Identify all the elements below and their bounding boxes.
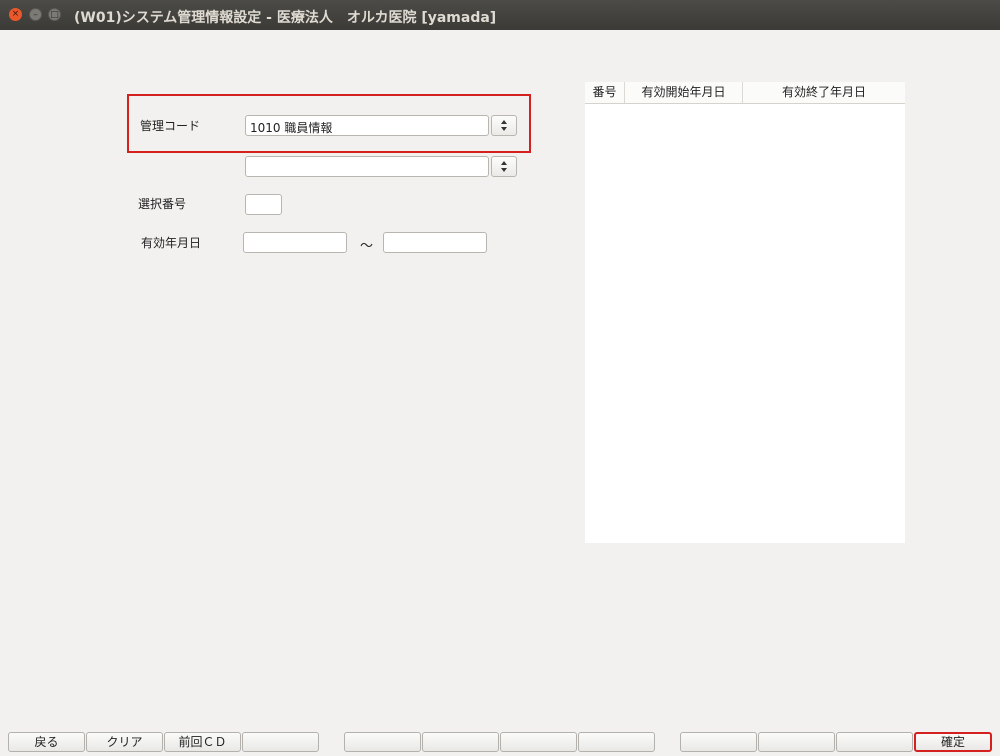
column-header-start-date[interactable]: 有効開始年月日	[625, 82, 743, 103]
sub-code-spin-button[interactable]	[491, 156, 517, 177]
fkey-2-clear-button[interactable]: クリア	[86, 732, 163, 752]
range-tilde: ～	[360, 239, 374, 254]
yuko-to-input[interactable]	[383, 232, 487, 253]
title-bar: × – □ (W01)システム管理情報設定 - 医療法人 オルカ医院 [yama…	[0, 0, 1000, 30]
minimize-window-button[interactable]: –	[29, 8, 42, 21]
spin-down-icon	[501, 127, 507, 131]
column-header-bango[interactable]: 番号	[585, 82, 625, 103]
sentaku-bango-label: 選択番号	[138, 197, 187, 211]
fkey-10-button[interactable]	[758, 732, 835, 752]
history-list[interactable]: 番号 有効開始年月日 有効終了年月日	[585, 82, 905, 543]
close-window-button[interactable]: ×	[9, 8, 22, 21]
fkey-6-button[interactable]	[422, 732, 499, 752]
maximize-window-button[interactable]: □	[48, 8, 61, 21]
fkey-9-button[interactable]	[680, 732, 757, 752]
sub-code-combo[interactable]	[245, 156, 489, 177]
fkey-5-button[interactable]	[344, 732, 421, 752]
window-title: (W01)システム管理情報設定 - 医療法人 オルカ医院 [yamada]	[74, 10, 497, 26]
fkey-3-previous-cd-button[interactable]: 前回ＣＤ	[164, 732, 241, 752]
yuko-nengappi-label: 有効年月日	[141, 236, 202, 250]
fkey-7-button[interactable]	[500, 732, 577, 752]
kanri-code-label: 管理コード	[140, 119, 201, 133]
fkey-8-button[interactable]	[578, 732, 655, 752]
yuko-from-input[interactable]	[243, 232, 347, 253]
kanri-code-spin-button[interactable]	[491, 115, 517, 136]
spin-down-icon	[501, 168, 507, 172]
kanri-code-combo[interactable]: 1010 職員情報	[245, 115, 489, 136]
fkey-1-back-button[interactable]: 戻る	[8, 732, 85, 752]
list-header: 番号 有効開始年月日 有効終了年月日	[585, 82, 905, 104]
sentaku-bango-input[interactable]	[245, 194, 282, 215]
fkey-12-confirm-button[interactable]: 確定	[914, 732, 992, 752]
fkey-4-button[interactable]	[242, 732, 319, 752]
spin-up-icon	[501, 120, 507, 124]
column-header-end-date[interactable]: 有効終了年月日	[743, 82, 905, 103]
spin-up-icon	[501, 161, 507, 165]
fkey-11-button[interactable]	[836, 732, 913, 752]
